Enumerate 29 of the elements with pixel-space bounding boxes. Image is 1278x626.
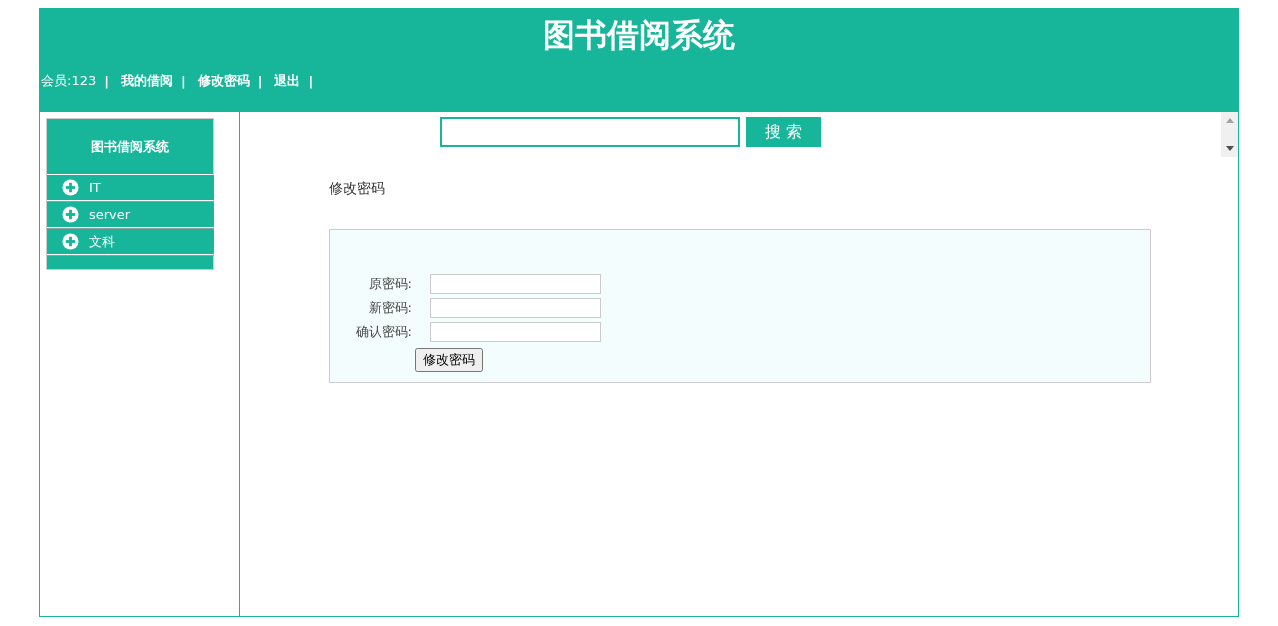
nav-separator: | <box>308 73 314 89</box>
scroll-bar[interactable] <box>1221 112 1238 157</box>
member-label: 会员:123 <box>41 72 97 90</box>
field-label: 新密码: <box>367 299 412 317</box>
site-title: 图书借阅系统 <box>542 15 736 56</box>
password-field[interactable] <box>430 322 601 342</box>
password-field[interactable] <box>430 298 601 318</box>
nav-link[interactable]: 我的借阅 <box>120 72 173 90</box>
plus-icon <box>62 206 79 223</box>
submit-button[interactable]: 修改密码 <box>415 348 483 372</box>
field-label: 确认密码: <box>354 323 412 341</box>
sidebar-item[interactable]: server <box>47 202 214 228</box>
sidebar-item[interactable]: IT <box>47 175 214 201</box>
plus-icon <box>62 179 79 196</box>
nav-separator: | <box>257 73 263 89</box>
field-label: 原密码: <box>367 275 412 293</box>
page-heading: 修改密码 <box>329 180 386 198</box>
sidebar-title: 图书借阅系统 <box>47 119 213 175</box>
nav-link[interactable]: 退出 <box>274 72 301 90</box>
nav-separator: | <box>180 73 186 89</box>
search-field[interactable] <box>440 117 740 147</box>
plus-icon <box>62 233 79 250</box>
nav-link[interactable]: 修改密码 <box>197 72 250 90</box>
search-button[interactable]: 搜 索 <box>746 117 821 147</box>
sidebar-item[interactable]: 文科 <box>47 229 214 255</box>
scroll-down-icon[interactable] <box>1225 146 1234 151</box>
password-field[interactable] <box>430 274 601 294</box>
nav-separator: | <box>104 73 109 89</box>
scroll-up-icon[interactable] <box>1225 118 1234 123</box>
